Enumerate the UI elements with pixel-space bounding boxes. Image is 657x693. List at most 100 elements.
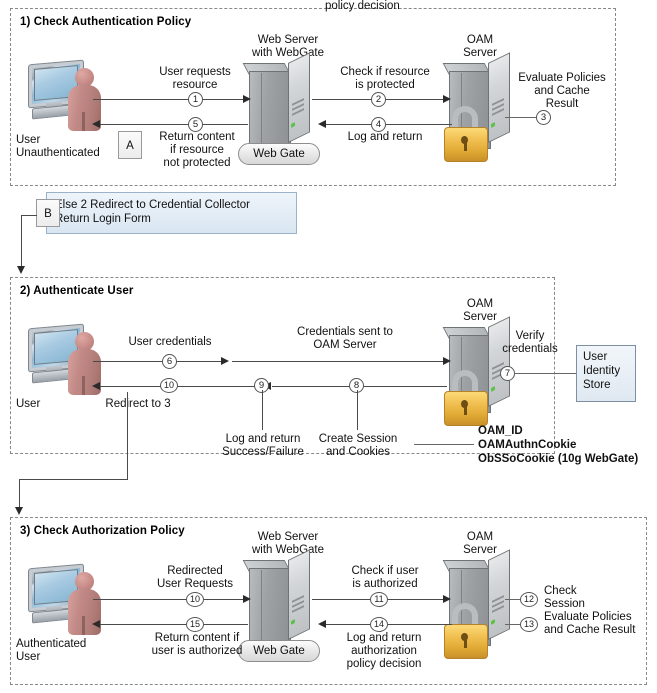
section-1-title: 1) Check Authentication Policy — [20, 16, 192, 28]
leader-line-9 — [262, 390, 263, 430]
user-identity-store-box: User Identity Store — [576, 345, 636, 402]
redirect-down-line-2 — [19, 479, 20, 508]
flow-line-10 — [100, 386, 260, 387]
msg-evaluate-policies-line2: and Cache — [534, 85, 590, 97]
section-3-title: 3) Check Authorization Policy — [20, 525, 185, 537]
web-server-label-line2: with WebGate — [251, 47, 324, 59]
flow-line-15 — [100, 624, 248, 625]
msg-return-authorized-line1: Return content if — [154, 632, 240, 644]
cookies-leader-line — [414, 444, 474, 445]
webgate-pill-1: Web Gate — [238, 143, 320, 165]
callout-b-down-line — [21, 215, 22, 267]
web-server-label-3-line2: with WebGate — [251, 544, 324, 556]
msg-check-resource-line1: Check if resource — [340, 66, 430, 78]
msg-credentials-sent-line1: Credentials sent to — [297, 326, 393, 338]
flow-arrow-2 — [443, 94, 451, 103]
callout-b-arrow — [16, 266, 25, 274]
flow-line-14 — [326, 624, 452, 625]
msg-evaluate-policies-line1: Evaluate Policies — [518, 72, 606, 84]
cookie-name-2: ObSSoCookie (10g WebGate) — [478, 453, 639, 465]
step-circle-4: 4 — [371, 117, 386, 132]
msg-check-session-line1: Check — [544, 585, 577, 597]
msg-return-content-line2: if resource — [170, 144, 224, 156]
flow-line-5 — [100, 124, 248, 125]
msg-verify-line2: credentials — [502, 343, 558, 355]
step-circle-11: 11 — [370, 592, 388, 607]
flow-line-4 — [326, 124, 452, 125]
flow-arrow-6b — [443, 356, 451, 365]
step-circle-6: 6 — [162, 354, 177, 369]
callout-b-panel: Else 2 Redirect to Credential Collector … — [46, 192, 297, 234]
letter-box-a: A — [118, 131, 142, 159]
callout-b-stem — [21, 215, 37, 216]
msg-user-credentials: User credentials — [128, 336, 212, 348]
msg-log-authz-line3: policy decision — [346, 658, 422, 670]
flow-arrow-10-s3 — [243, 594, 251, 603]
msg-check-session-line2: Session — [544, 598, 585, 610]
user-label-line2: Unauthenticated — [16, 147, 100, 159]
flow-line-1 — [93, 99, 245, 100]
oam-server-label-2-line1: OAM — [466, 298, 494, 310]
lock-icon-3 — [444, 603, 488, 659]
step-circle-5: 5 — [188, 117, 203, 132]
flow-line-6a — [93, 361, 223, 362]
flow-line-10-s3 — [93, 599, 245, 600]
msg-return-content-line3: not protected — [163, 157, 231, 169]
msg-check-resource-line2: is protected — [355, 79, 415, 91]
step-circle-10-s3: 10 — [186, 592, 204, 607]
web-server-label-3-line1: Web Server — [257, 531, 319, 543]
msg-verify-line1: Verify — [515, 330, 545, 342]
msg-evaluate-policies-3-line1: Evaluate Policies — [544, 611, 632, 623]
lock-icon-1 — [444, 106, 488, 162]
flow-arrow-4 — [318, 119, 326, 128]
msg-return-content-line1: Return content — [159, 131, 235, 143]
flow-line-6b — [232, 361, 445, 362]
leader-line-8 — [357, 390, 358, 430]
msg-redirected-requests-line1: Redirected — [167, 565, 223, 577]
msg-log-authz-line1: Log and return — [346, 632, 422, 644]
flow-arrow-6 — [221, 356, 229, 365]
msg-evaluate-policies-line3: Result — [545, 98, 579, 110]
redirect-arrow — [14, 507, 23, 515]
callout-b-line2: Return Login Form — [55, 213, 151, 225]
section-2-title: 2) Authenticate User — [20, 285, 134, 297]
authenticated-user-label-line2: User — [16, 651, 41, 663]
flow-line-3 — [505, 117, 538, 118]
store-line1: User — [583, 351, 608, 363]
web-server-label-line1: Web Server — [257, 34, 319, 46]
flow-arrow-11 — [443, 594, 451, 603]
user-label-2: User — [16, 398, 41, 410]
step-circle-7: 7 — [500, 366, 515, 381]
msg-log-policy-line1: Log and return — [347, 131, 423, 143]
step-circle-1: 1 — [188, 92, 203, 107]
cookie-name-1: OAMAuthnCookie — [478, 439, 577, 451]
msg-evaluate-policies-3-line2: and Cache Result — [544, 624, 636, 636]
flow-arrow-15 — [92, 619, 100, 628]
oam-server-label-3-line1: OAM — [466, 531, 494, 543]
msg-redirected-requests-line2: User Requests — [156, 578, 234, 590]
step-circle-12: 12 — [520, 592, 538, 607]
flow-line-7 — [514, 373, 576, 374]
msg-log-policy-line2: policy decision — [325, 0, 400, 12]
callout-b-line1: Else 2 Redirect to Credential Collector — [55, 199, 250, 211]
msg-check-user-line2: is authorized — [352, 578, 418, 590]
flow-arrow-1 — [243, 94, 251, 103]
msg-create-session-line2: and Cookies — [326, 446, 390, 458]
msg-create-session-line1: Create Session — [318, 433, 398, 445]
authenticated-user-label-line1: Authenticated — [16, 638, 87, 650]
msg-user-requests-line2: resource — [172, 79, 218, 91]
oam-server-label-line1: OAM — [466, 34, 494, 46]
step-circle-3: 3 — [536, 110, 551, 125]
step-circle-2: 2 — [371, 92, 386, 107]
step-circle-14: 14 — [370, 617, 388, 632]
msg-log-authz-line2: authorization — [351, 645, 417, 657]
user-label-line1: User — [16, 134, 41, 146]
step-circle-13: 13 — [520, 617, 538, 632]
msg-return-authorized-line2: user is authorized — [151, 645, 243, 657]
web-server-icon — [242, 52, 311, 149]
lock-icon-2 — [444, 370, 488, 426]
msg-redirect-to-3: Redirect to 3 — [105, 398, 171, 410]
store-line3: Store — [583, 379, 611, 391]
flow-arrow-5 — [92, 119, 100, 128]
msg-credentials-sent-line2: OAM Server — [313, 339, 377, 351]
